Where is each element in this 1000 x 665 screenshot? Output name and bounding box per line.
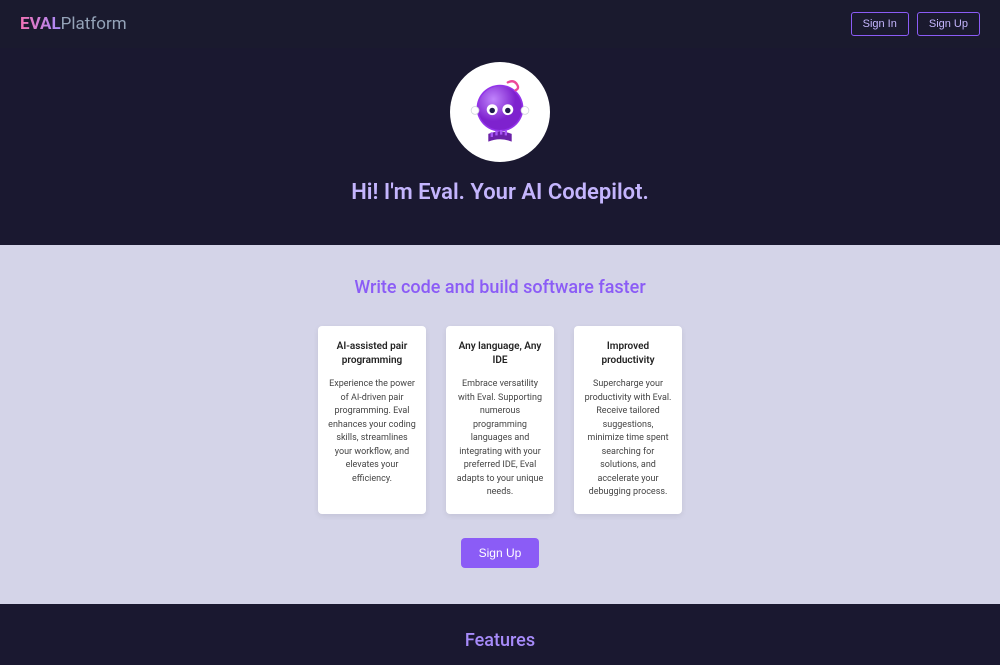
card-title: Any language, Any IDE xyxy=(456,340,544,368)
signin-button[interactable]: Sign In xyxy=(851,12,909,36)
card-productivity: Improved productivity Supercharge your p… xyxy=(574,326,682,514)
cta-signup-button[interactable]: Sign Up xyxy=(461,538,540,568)
features-heading: Features xyxy=(0,630,1000,651)
header-buttons: Sign In Sign Up xyxy=(851,12,980,36)
card-body: Experience the power of AI-driven pair p… xyxy=(328,378,416,486)
card-body: Embrace versatility with Eval. Supportin… xyxy=(456,378,544,500)
card-title: Improved productivity xyxy=(584,340,672,368)
cards-row: AI-assisted pair programming Experience … xyxy=(0,326,1000,514)
hero-heading: Hi! I'm Eval. Your AI Codepilot. xyxy=(0,180,1000,205)
header: EVALPlatform Sign In Sign Up xyxy=(0,0,1000,48)
logo[interactable]: EVALPlatform xyxy=(20,14,127,34)
logo-eval: EVAL xyxy=(20,14,61,34)
robot-icon xyxy=(461,73,539,151)
avatar xyxy=(450,62,550,162)
features-section: Features xyxy=(0,604,1000,665)
card-pair-programming: AI-assisted pair programming Experience … xyxy=(318,326,426,514)
logo-platform: Platform xyxy=(61,14,127,34)
signup-button[interactable]: Sign Up xyxy=(917,12,980,36)
card-title: AI-assisted pair programming xyxy=(328,340,416,368)
card-any-language: Any language, Any IDE Embrace versatilit… xyxy=(446,326,554,514)
hero-section: Hi! I'm Eval. Your AI Codepilot. xyxy=(0,48,1000,245)
card-body: Supercharge your productivity with Eval.… xyxy=(584,378,672,500)
intro-heading: Write code and build software faster xyxy=(0,277,1000,298)
intro-section: Write code and build software faster AI-… xyxy=(0,245,1000,604)
